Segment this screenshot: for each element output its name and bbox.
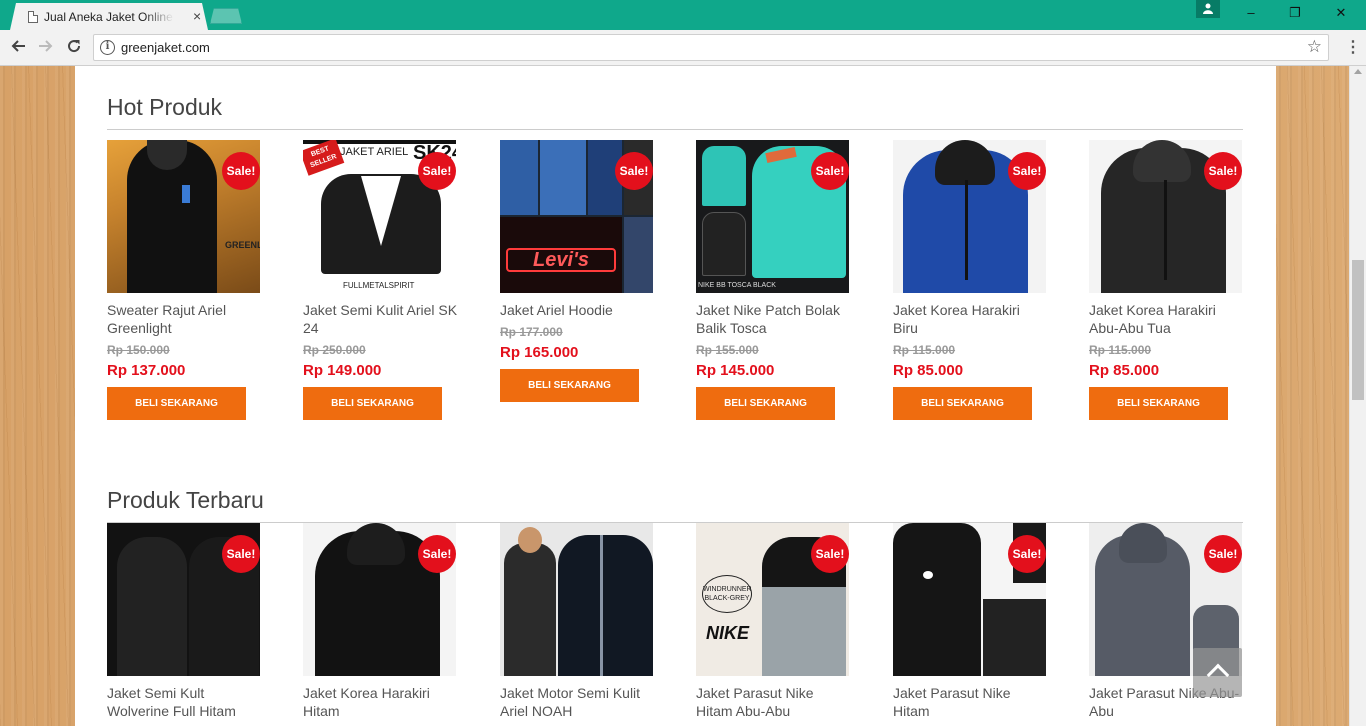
buy-now-button[interactable]: BELI SEKARANG — [1089, 387, 1228, 420]
back-arrow-icon[interactable] — [8, 38, 28, 58]
sale-price: Rp 137.000 — [107, 362, 186, 379]
buy-now-button[interactable]: BELI SEKARANG — [303, 387, 442, 420]
product-name[interactable]: Jaket Motor Semi Kulit Ariel NOAH — [500, 684, 655, 720]
buy-now-button[interactable]: BELI SEKARANG — [893, 387, 1032, 420]
forward-arrow-icon[interactable] — [36, 38, 56, 58]
product-name[interactable]: Jaket Nike Patch Bolak Balik Tosca — [696, 301, 851, 337]
sale-badge: Sale! — [811, 535, 849, 573]
product-card: Sale! Jaket Korea Harakiri Hitam — [303, 523, 463, 720]
tab-close-icon[interactable]: × — [193, 9, 201, 23]
new-tab-button[interactable] — [210, 8, 242, 24]
sale-badge: Sale! — [811, 152, 849, 190]
buy-now-button[interactable]: BELI SEKARANG — [500, 369, 639, 402]
product-name[interactable]: Jaket Ariel Hoodie — [500, 301, 655, 319]
product-image[interactable]: Sale! — [107, 523, 260, 676]
product-image[interactable]: Levi's Sale! — [500, 140, 653, 293]
sale-badge: Sale! — [1008, 535, 1046, 573]
tab-title: Jual Aneka Jaket Online Mu — [44, 10, 174, 24]
buy-now-button[interactable]: BELI SEKARANG — [107, 387, 246, 420]
product-card: Sale! Jaket Semi Kult Wolverine Full Hit… — [107, 523, 267, 720]
address-bar[interactable]: i greenjaket.com ☆ — [93, 34, 1329, 61]
old-price: Rp 115.000 — [1089, 343, 1152, 357]
product-image[interactable]: Sale! — [893, 140, 1046, 293]
product-name[interactable]: Jaket Semi Kult Wolverine Full Hitam — [107, 684, 262, 720]
product-card: Sale! Jaket Korea Harakiri Abu-Abu Tua R… — [1089, 140, 1249, 420]
product-name[interactable]: Jaket Semi Kulit Ariel SK 24 — [303, 301, 458, 337]
old-price: Rp 155.000 — [696, 343, 759, 357]
sale-badge: Sale! — [222, 535, 260, 573]
product-image[interactable]: JAKET ARIEL SK24 BEST SELLER FULLMETALSP… — [303, 140, 456, 293]
sale-price: Rp 149.000 — [303, 362, 382, 379]
vertical-scrollbar[interactable] — [1349, 66, 1366, 726]
sale-price: Rp 85.000 — [1089, 362, 1160, 379]
product-image[interactable] — [500, 523, 653, 676]
star-icon[interactable]: ☆ — [1307, 37, 1322, 57]
product-card: Sale! Jaket Parasut Nike Hitam — [893, 523, 1053, 720]
product-image[interactable]: Sale! — [303, 523, 456, 676]
browser-toolbar: i greenjaket.com ☆ ⋮ — [0, 30, 1366, 66]
reload-icon[interactable] — [64, 38, 84, 58]
sale-badge: Sale! — [418, 535, 456, 573]
page-viewport: Hot Produk GREENLIGHT Sale! Sweater Raju… — [0, 66, 1349, 726]
minimize-button[interactable]: – — [1236, 4, 1266, 24]
old-price: Rp 115.000 — [893, 343, 956, 357]
sale-price: Rp 145.000 — [696, 362, 775, 379]
info-icon[interactable]: i — [100, 40, 115, 55]
section-divider — [107, 129, 1243, 130]
kebab-menu-icon[interactable]: ⋮ — [1345, 38, 1361, 58]
sale-price: Rp 85.000 — [893, 362, 964, 379]
url-text[interactable]: greenjaket.com — [121, 40, 210, 55]
product-image[interactable]: GREENLIGHT Sale! — [107, 140, 260, 293]
browser-tab[interactable]: Jual Aneka Jaket Online Mu × — [10, 3, 208, 30]
product-image[interactable]: NIKE BB TOSCA BLACK Sale! — [696, 140, 849, 293]
document-icon — [28, 11, 38, 23]
product-card: NIKE BB TOSCA BLACK Sale! Jaket Nike Pat… — [696, 140, 856, 420]
product-image[interactable]: WINDRUNNER BLACK-GREY NIKE Sale! — [696, 523, 849, 676]
product-name[interactable]: Jaket Korea Harakiri Hitam — [303, 684, 458, 720]
product-card: Jaket Motor Semi Kulit Ariel NOAH — [500, 523, 660, 720]
sale-badge: Sale! — [1204, 152, 1242, 190]
sale-badge: Sale! — [1204, 535, 1242, 573]
close-window-button[interactable]: ✕ — [1326, 4, 1356, 24]
product-name[interactable]: Jaket Korea Harakiri Biru — [893, 301, 1048, 337]
restore-button[interactable]: ❐ — [1280, 4, 1310, 24]
sale-badge: Sale! — [1008, 152, 1046, 190]
product-name[interactable]: Jaket Parasut Nike Hitam — [893, 684, 1048, 720]
product-card: JAKET ARIEL SK24 BEST SELLER FULLMETALSP… — [303, 140, 463, 420]
old-price: Rp 150.000 — [107, 343, 170, 357]
scrollbar-thumb[interactable] — [1352, 260, 1364, 400]
product-card: WINDRUNNER BLACK-GREY NIKE Sale! Jaket P… — [696, 523, 856, 720]
product-image[interactable]: Sale! — [893, 523, 1046, 676]
section-divider — [107, 522, 1243, 523]
sale-price: Rp 165.000 — [500, 344, 579, 361]
scroll-up-arrow-icon[interactable] — [1354, 69, 1362, 74]
product-card: GREENLIGHT Sale! Sweater Rajut Ariel Gre… — [107, 140, 267, 420]
sale-badge: Sale! — [222, 152, 260, 190]
section-title-hot-produk: Hot Produk — [107, 94, 223, 120]
product-image[interactable]: Sale! — [1089, 140, 1242, 293]
product-card: Sale! Jaket Korea Harakiri Biru Rp 115.0… — [893, 140, 1053, 420]
buy-now-button[interactable]: BELI SEKARANG — [696, 387, 835, 420]
browser-titlebar: Jual Aneka Jaket Online Mu × – ❐ ✕ — [0, 0, 1366, 30]
content-panel: Hot Produk GREENLIGHT Sale! Sweater Raju… — [75, 66, 1276, 726]
user-icon[interactable] — [1196, 0, 1220, 18]
product-card: Levi's Sale! Jaket Ariel Hoodie Rp 177.0… — [500, 140, 660, 402]
old-price: Rp 250.000 — [303, 343, 366, 357]
sale-badge: Sale! — [418, 152, 456, 190]
product-name[interactable]: Jaket Parasut Nike Hitam Abu-Abu — [696, 684, 851, 720]
sale-badge: Sale! — [615, 152, 653, 190]
old-price: Rp 177.000 — [500, 325, 563, 339]
section-title-produk-terbaru: Produk Terbaru — [107, 487, 264, 513]
product-name[interactable]: Jaket Korea Harakiri Abu-Abu Tua — [1089, 301, 1244, 337]
product-name[interactable]: Sweater Rajut Ariel Greenlight — [107, 301, 262, 337]
chevron-up-icon[interactable] — [1193, 648, 1242, 697]
